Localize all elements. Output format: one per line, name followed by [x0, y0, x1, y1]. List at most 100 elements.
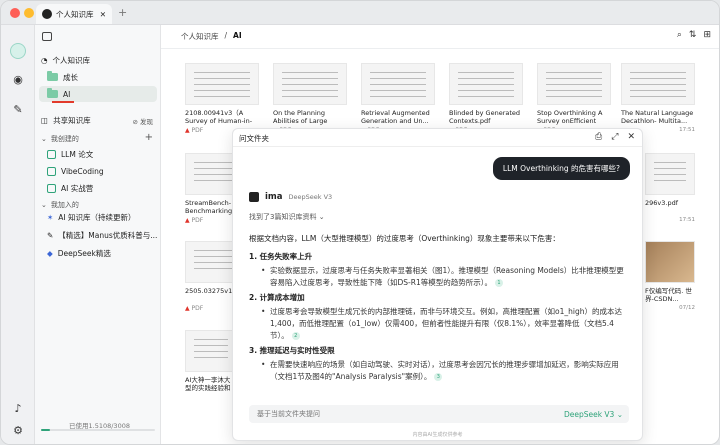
sidebar-personal-kb[interactable]: ◔ 个人知识库	[35, 52, 161, 68]
kb-pen-icon: ✎	[47, 230, 54, 240]
answer-body: 根据文档内容，LLM（大型推理模型）的过度思考（Overthinking）现象主…	[249, 233, 627, 386]
user-question: LLM Overthinking 的危害有哪些?	[492, 157, 630, 180]
sidebar-toggle-icon[interactable]	[42, 32, 52, 41]
folder-icon	[47, 71, 58, 81]
file-card[interactable]: Blinded by Generated Contexts.pdf ▲ PDF	[449, 63, 523, 134]
question-input-bar: DeepSeek V3 ⌄	[249, 405, 629, 423]
kb-item[interactable]: ✶ AI 知识库（持续更新）	[35, 209, 161, 225]
sidebar-folder-ai[interactable]: AI	[39, 86, 157, 102]
print-icon[interactable]: ⎙	[595, 132, 602, 142]
storage-bar	[41, 429, 155, 431]
answer-point: 在需要快速响应的场景（如自动驾驶、实时对话），过度思考会因冗长的推理步骤增加延迟…	[261, 359, 627, 383]
app-window: 个人知识库 ✕ + ◉ ✎ ♪ ⚙ ◔ 个人知识库 成长 AI ◫ 共享知识库	[0, 0, 720, 445]
folder-icon	[47, 88, 58, 98]
created-section[interactable]: ⌄ 我创建的	[41, 134, 79, 144]
file-thumbnail	[273, 63, 347, 105]
assistant-name: ima	[265, 192, 283, 202]
file-card[interactable]: On the Planning Abilities of Large Langu…	[273, 63, 347, 134]
close-window-button[interactable]	[10, 8, 20, 18]
question-input[interactable]	[257, 410, 547, 418]
answer-point: 过度思考会导致模型生成冗长的内部推理链，而非与环境交互。例如，高推理配置（如o1…	[261, 306, 627, 342]
answer-intro: 根据文档内容，LLM（大型推理模型）的过度思考（Overthinking）现象主…	[249, 234, 560, 243]
breadcrumb: 个人知识库 / AI	[181, 31, 242, 42]
file-thumbnail	[185, 63, 259, 105]
kb-item[interactable]: ✎ 【精选】Manus优质科普与...	[35, 227, 161, 243]
citation-badge[interactable]: 1	[494, 279, 503, 287]
file-card[interactable]: Retrieval Augmented Generation and Un...…	[361, 63, 435, 134]
close-icon[interactable]: ✕	[627, 132, 635, 142]
breadcrumb-current: AI	[233, 31, 242, 40]
avatar[interactable]	[10, 43, 26, 59]
titlebar: 个人知识库 ✕ +	[1, 1, 719, 25]
user-icon: ◔	[41, 55, 48, 65]
file-card[interactable]: Stop Overthinking A Survey onEfficient R…	[537, 63, 611, 134]
file-time: 17:51	[679, 127, 695, 133]
chevron-down-icon: ⌄	[318, 213, 325, 221]
edit-icon[interactable]: ✎	[10, 101, 26, 117]
kb-star-icon: ✶	[47, 212, 54, 222]
tab-close-icon[interactable]: ✕	[100, 10, 106, 19]
sort-icon[interactable]: ⇅	[689, 30, 697, 40]
kb-item[interactable]: VibeCoding	[35, 163, 161, 179]
answer-heading: 2. 计算成本增加	[249, 293, 305, 302]
file-card[interactable]: 2108.00941v3（A Survey of Human-in-the...…	[185, 63, 259, 134]
citation-badge[interactable]: 2	[291, 332, 300, 340]
file-thumbnail	[537, 63, 611, 105]
app-logo-icon	[42, 9, 52, 19]
location-icon[interactable]: ◉	[10, 71, 26, 87]
answer-point: 实验数据显示，过度思考与任务失败率显著相关（图1）。推理模型（Reasoning…	[261, 265, 627, 289]
file-thumbnail	[645, 241, 695, 283]
ai-disclaimer: 内容由AI生成仅供参考	[412, 432, 463, 438]
file-thumbnail	[645, 153, 695, 195]
file-card[interactable]: AI大神一李沐大 型的实践经验和	[185, 330, 237, 392]
toolbar: ⌕ ⇅ ⊞	[677, 30, 711, 40]
kb-icon	[47, 183, 56, 193]
sidebar-folder-growth[interactable]: 成长	[35, 69, 161, 85]
new-tab-button[interactable]: +	[118, 6, 127, 19]
file-thumbnail	[621, 63, 695, 105]
model-tag: DeepSeek V3	[288, 193, 333, 201]
panel-tools: ⎙ ⤢ ✕	[595, 132, 635, 142]
file-card[interactable]: F仅编写代码. 世界-CSDN... 07/12	[645, 241, 695, 311]
chevron-down-icon: ⌄	[41, 135, 47, 143]
model-select[interactable]: DeepSeek V3 ⌄	[564, 410, 623, 419]
shared-icon: ◫	[41, 115, 49, 125]
minimize-window-button[interactable]	[24, 8, 34, 18]
answer-heading: 3. 推理延迟与实时性受限	[249, 346, 335, 355]
storage-fill	[41, 429, 51, 431]
panel-title: 问文件夹	[239, 134, 269, 143]
settings-icon[interactable]: ⚙	[10, 422, 26, 438]
kb-item[interactable]: AI 实战营	[35, 180, 161, 196]
sidebar-folder-label: 成长	[63, 72, 78, 82]
pdf-icon: ▲ PDF	[185, 127, 204, 134]
discover-link[interactable]: ⊘ 发现	[132, 116, 153, 126]
pdf-icon: ▲ PDF	[185, 305, 204, 312]
kb-item[interactable]: LLM 论文	[35, 146, 161, 162]
add-kb-button[interactable]: +	[145, 132, 153, 143]
icon-rail: ◉ ✎ ♪ ⚙	[1, 25, 35, 444]
assistant-header: ima DeepSeek V3	[249, 192, 332, 202]
sidebar-shared-kb-label: 共享知识库	[53, 115, 91, 125]
expand-icon[interactable]: ⤢	[611, 132, 618, 142]
tab-personal-kb[interactable]: 个人知识库 ✕	[36, 4, 112, 24]
ask-folder-panel: 问文件夹 ⎙ ⤢ ✕ LLM Overthinking 的危害有哪些? ima …	[232, 128, 643, 441]
file-thumbnail	[361, 63, 435, 105]
assistant-logo-icon	[249, 192, 259, 202]
kb-whale-icon: ◆	[47, 248, 53, 258]
file-card[interactable]: 296v3.pdf 17:51	[645, 153, 695, 223]
kb-item[interactable]: ◆ DeepSeek精选	[35, 245, 161, 261]
citation-badge[interactable]: 3	[434, 373, 443, 381]
answer-heading: 1. 任务失败率上升	[249, 252, 313, 261]
sidebar-personal-kb-label: 个人知识库	[52, 55, 91, 65]
file-card[interactable]: The Natural Language Decathlon- Multita.…	[621, 63, 695, 133]
file-thumbnail	[449, 63, 523, 105]
file-thumbnail	[185, 330, 237, 372]
tab-label: 个人知识库	[56, 9, 94, 19]
grid-view-icon[interactable]: ⊞	[703, 30, 711, 40]
active-underline	[52, 101, 74, 103]
pdf-icon: ▲ PDF	[185, 217, 204, 224]
sources-found[interactable]: 找到了3篇知识库资料 ⌄	[249, 212, 325, 222]
search-icon[interactable]: ⌕	[677, 30, 682, 40]
breadcrumb-root[interactable]: 个人知识库	[181, 31, 219, 42]
bell-icon[interactable]: ♪	[10, 400, 26, 416]
